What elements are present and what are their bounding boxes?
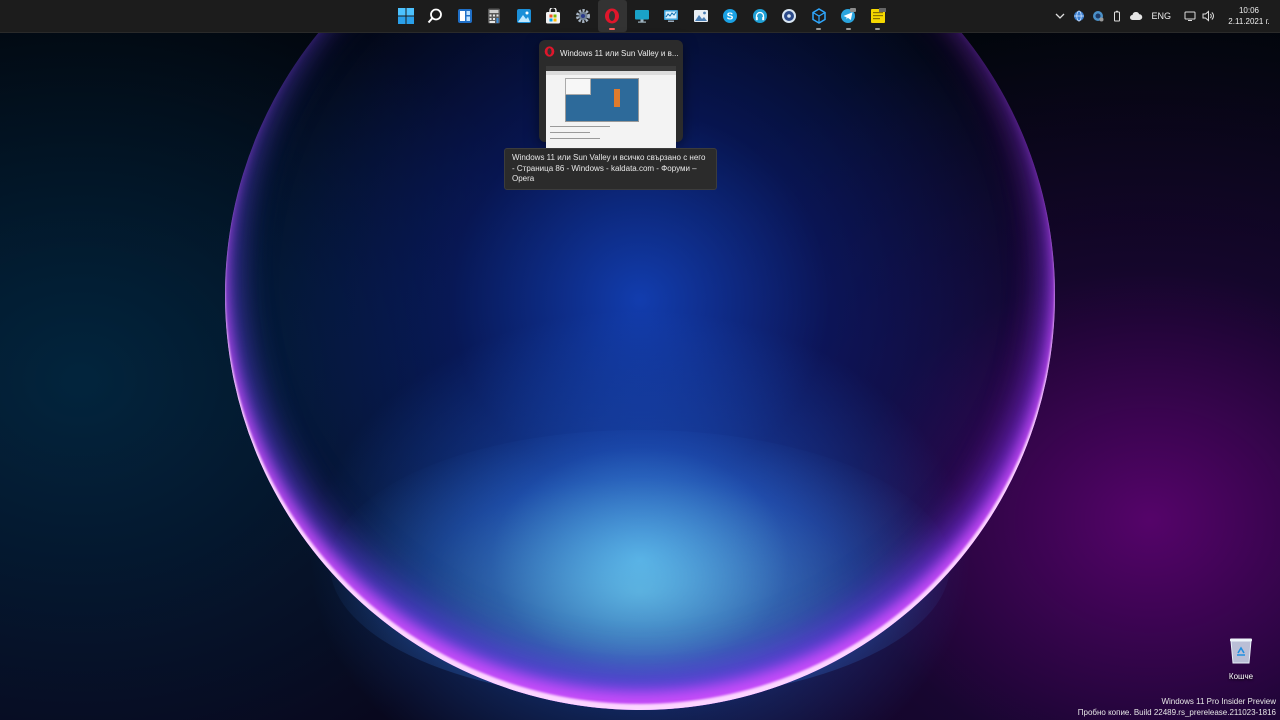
taskbar-start-button[interactable]	[391, 0, 421, 32]
taskbar-calculator-button[interactable]	[480, 0, 510, 32]
3d-app-running-indicator	[816, 28, 822, 30]
telegram-icon	[840, 8, 857, 24]
sticky-notes-icon	[870, 8, 886, 24]
recycle-bin-label: Кошче	[1228, 672, 1254, 681]
system-tray: ENG 10:06 2.11.2021 г.	[1050, 0, 1280, 32]
settings-gear-icon	[575, 8, 591, 24]
taskbar-settings-button[interactable]	[568, 0, 598, 32]
window-title-tooltip: Windows 11 или Sun Valley и всичко свърз…	[504, 148, 717, 190]
notes-running-indicator	[875, 28, 881, 30]
widgets-icon	[457, 8, 473, 24]
thumbnail-text-line	[550, 138, 600, 139]
clock[interactable]: 10:06 2.11.2021 г.	[1224, 5, 1274, 27]
watermark-build: Пробно копие. Build 22489.rs_prerelease.…	[1077, 707, 1276, 717]
recycle-bin[interactable]: Кошче	[1218, 636, 1264, 682]
taskbar-search-button[interactable]	[421, 0, 451, 32]
cube-icon	[811, 8, 827, 24]
opera-icon	[544, 44, 555, 62]
store-icon	[545, 8, 561, 24]
photos-icon	[516, 8, 532, 24]
image-editor-icon	[693, 8, 709, 24]
svg-text:S: S	[727, 12, 734, 23]
wallpaper-bloom-glow	[330, 430, 950, 700]
taskbar-telegram-button[interactable]	[834, 0, 864, 32]
taskbar-skype-button[interactable]: S	[716, 0, 746, 32]
taskbar: S ENG 10:06 2.11.2021 г.	[0, 0, 1280, 33]
taskbar-notes-button[interactable]	[863, 0, 893, 32]
thumbnail-address-bar	[546, 71, 676, 75]
security-shield-icon[interactable]	[1090, 8, 1106, 24]
taskbar-window-preview[interactable]: Windows 11 или Sun Valley и в...	[539, 40, 683, 176]
globe-network-icon[interactable]	[1071, 8, 1087, 24]
windows-start-icon	[397, 8, 414, 24]
battery-icon[interactable]	[1109, 8, 1125, 24]
onedrive-cloud-icon[interactable]	[1128, 8, 1144, 24]
skype-icon: S	[722, 8, 738, 24]
taskbar-apps: S	[391, 0, 893, 32]
preview-header: Windows 11 или Sun Valley и в...	[544, 46, 678, 60]
volume-speaker-icon[interactable]	[1201, 8, 1217, 24]
taskbar-remote-desktop-button[interactable]	[627, 0, 657, 32]
taskbar-media-player-button[interactable]	[775, 0, 805, 32]
thumbnail-dialog	[565, 78, 591, 95]
network-display-icon[interactable]	[1182, 8, 1198, 24]
taskbar-opera-button[interactable]	[597, 0, 627, 32]
evaluation-watermark: Windows 11 Pro Insider Preview Пробно ко…	[1078, 697, 1276, 718]
calculator-icon	[486, 8, 502, 24]
taskbar-image-editor-button[interactable]	[686, 0, 716, 32]
taskbar-widgets-button[interactable]	[450, 0, 480, 32]
taskbar-3d-app-button[interactable]	[804, 0, 834, 32]
monitor-cpu-icon	[663, 8, 679, 24]
show-hidden-icons-chevron-icon[interactable]	[1052, 8, 1068, 24]
clock-date: 2.11.2021 г.	[1228, 17, 1270, 26]
thumbnail-text-line	[550, 132, 590, 133]
opera-running-indicator	[609, 28, 616, 30]
taskbar-system-monitor-button[interactable]	[657, 0, 687, 32]
media-player-icon	[781, 8, 797, 24]
language-indicator[interactable]: ENG	[1151, 11, 1171, 21]
clock-time: 10:06	[1238, 6, 1260, 15]
taskbar-store-button[interactable]	[539, 0, 569, 32]
preview-title: Windows 11 или Sun Valley и в...	[560, 48, 678, 58]
thumbnail-orange-element	[614, 89, 620, 107]
taskbar-audio-app-button[interactable]	[745, 0, 775, 32]
recycle-bin-icon	[1228, 636, 1254, 669]
thumbnail-text-line	[550, 126, 610, 127]
monitor-icon	[634, 8, 650, 24]
opera-icon	[604, 8, 620, 24]
taskbar-photos-button[interactable]	[509, 0, 539, 32]
watermark-edition: Windows 11 Pro Insider Preview	[1161, 697, 1276, 706]
telegram-running-indicator	[845, 28, 851, 30]
headphones-icon	[752, 8, 768, 24]
search-icon	[427, 8, 443, 24]
